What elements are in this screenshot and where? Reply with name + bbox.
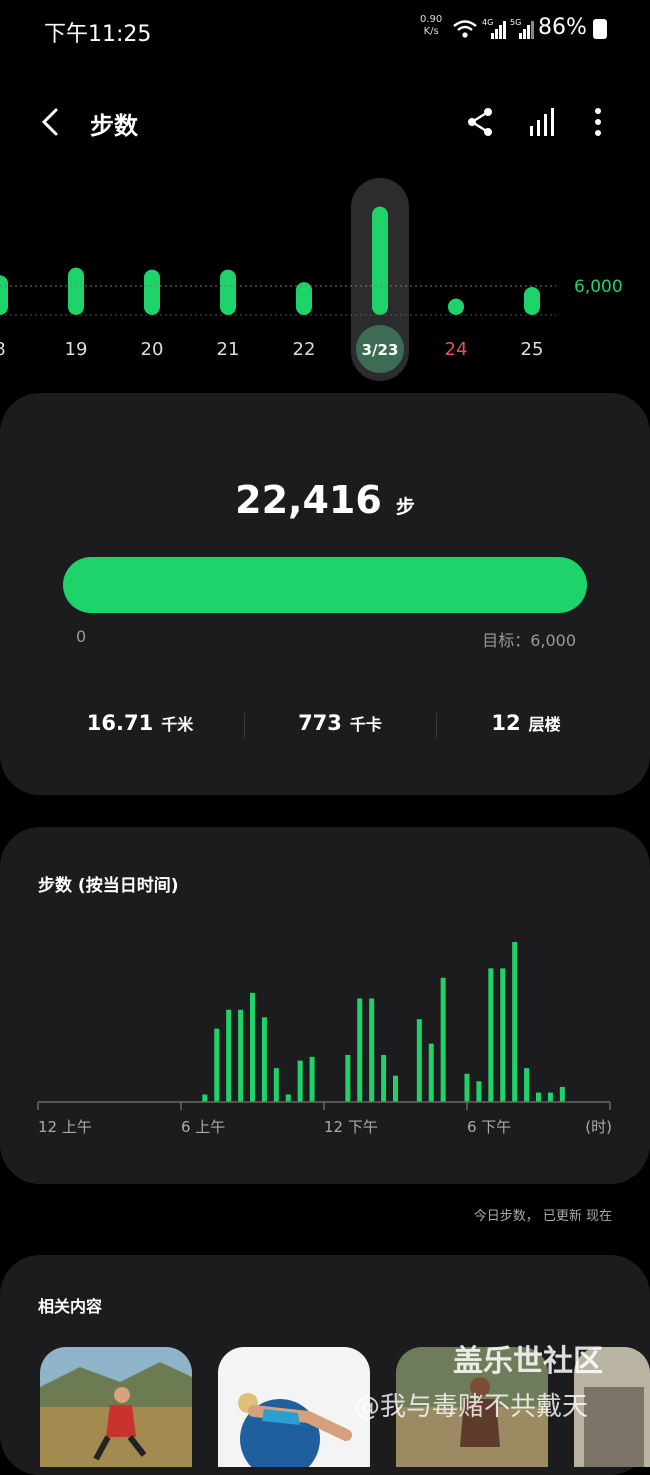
progress-start-label: 0	[76, 627, 87, 646]
stability-ball-image	[218, 1347, 370, 1467]
hourly-bar	[250, 992, 255, 1102]
hourly-bar	[547, 1092, 553, 1102]
app-bar: 步数	[0, 90, 650, 154]
back-button[interactable]	[34, 104, 70, 140]
hourly-bar	[381, 1054, 387, 1102]
status-bar: 下午11:25 0.90 K/s 4G 5G 86%	[0, 0, 650, 60]
hourly-bar	[488, 968, 494, 1102]
week-bar	[448, 298, 464, 315]
week-day-label: 21	[217, 339, 240, 360]
hourly-bar	[345, 1054, 351, 1102]
week-day-label: 22	[293, 339, 316, 360]
hourly-bar	[202, 1094, 208, 1102]
summary-card: 22,416 步 0 目标：6,000 16.71 千米 773 千卡 12 层楼	[0, 393, 650, 795]
hourly-bar	[500, 968, 506, 1102]
week-day-label: 19	[65, 339, 88, 360]
week-bar	[68, 267, 84, 315]
hourly-bar	[428, 1043, 434, 1102]
battery-charging-icon	[593, 19, 607, 39]
hourly-bar	[309, 1056, 315, 1102]
watermark-user: @我与毒赌不共戴天	[354, 1392, 589, 1422]
hourly-bar	[393, 1075, 398, 1102]
goal-line-label: 6,000	[574, 277, 623, 297]
week-bar	[144, 269, 160, 315]
trail-runner-image	[40, 1347, 192, 1467]
total-steps: 22,416 步	[0, 478, 650, 522]
watermark-site: 盖乐世社区	[453, 1344, 603, 1379]
battery-level: 86%	[538, 15, 587, 40]
hourly-bar	[297, 1060, 303, 1102]
week-bar	[372, 206, 388, 315]
steps-unit: 步	[395, 496, 415, 518]
divider	[436, 713, 437, 739]
related-item-1[interactable]	[40, 1347, 192, 1467]
week-day-label: 25	[521, 339, 544, 360]
wifi-icon	[453, 20, 477, 38]
week-bar	[220, 269, 236, 315]
week-bar	[296, 282, 312, 315]
x-tick-label: (时)	[585, 1118, 612, 1136]
floors-stat: 12 层楼	[491, 711, 561, 735]
hourly-bar	[285, 1094, 291, 1102]
hourly-bar	[464, 1073, 470, 1102]
x-tick-label: 6 下午	[467, 1118, 511, 1136]
divider	[244, 713, 245, 739]
updated-text: 今日步数， 已更新 现在	[473, 1209, 612, 1224]
steps-value: 22,416	[235, 478, 382, 522]
hourly-bar	[440, 977, 446, 1102]
related-title: 相关内容	[38, 1297, 103, 1316]
hourly-bar	[214, 1028, 220, 1102]
related-item-2[interactable]	[218, 1347, 370, 1467]
goal-progress-fill	[63, 557, 587, 613]
5g-signal-icon: 5G	[510, 18, 534, 39]
svg-text:4G: 4G	[482, 18, 493, 27]
hourly-steps-chart[interactable]: 12 上午 6 上午 12 下午 6 下午 (时)	[0, 827, 650, 1184]
week-day-label: 8	[0, 339, 6, 360]
hourly-bar	[357, 998, 363, 1102]
weekly-steps-chart[interactable]: 6,000 8 19 20 21 22 3/23 24 25	[0, 175, 650, 385]
hourly-steps-card: 步数 (按当日时间) 12 上午 6 上午 12 下午 6 下午 (时)	[0, 827, 650, 1184]
hourly-bar	[369, 998, 375, 1102]
hourly-bar	[476, 1081, 482, 1102]
hourly-bar	[512, 942, 518, 1102]
week-bar	[524, 286, 540, 315]
stats-icon[interactable]	[524, 104, 560, 140]
week-day-label: 24	[445, 339, 468, 360]
hourly-bar	[536, 1092, 541, 1102]
net-speed: 0.90 K/s	[420, 14, 443, 37]
4g-signal-icon: 4G	[482, 18, 506, 39]
hourly-bar	[559, 1086, 565, 1102]
week-day-label: 3/23	[362, 341, 399, 359]
week-day-label: 20	[141, 339, 164, 360]
distance-stat: 16.71 千米	[86, 711, 194, 735]
calories-stat: 773 千卡	[298, 711, 382, 735]
more-icon[interactable]	[580, 104, 616, 140]
hourly-bar	[238, 1009, 244, 1102]
status-time: 下午11:25	[44, 22, 152, 47]
page-title: 步数	[90, 112, 138, 140]
svg-text:5G: 5G	[510, 18, 521, 27]
hourly-bar	[273, 1068, 279, 1102]
hourly-bar	[524, 1068, 530, 1102]
x-tick-label: 12 下午	[324, 1118, 378, 1136]
share-icon[interactable]	[462, 104, 498, 140]
goal-progress-bar	[63, 557, 587, 613]
x-tick-label: 12 上午	[38, 1118, 92, 1136]
week-bar	[0, 275, 8, 315]
x-tick-label: 6 上午	[181, 1118, 225, 1136]
goal-label: 目标：6,000	[482, 631, 576, 650]
hourly-bar	[261, 1017, 267, 1102]
hourly-bar	[416, 1019, 422, 1102]
hourly-bar	[226, 1009, 232, 1102]
